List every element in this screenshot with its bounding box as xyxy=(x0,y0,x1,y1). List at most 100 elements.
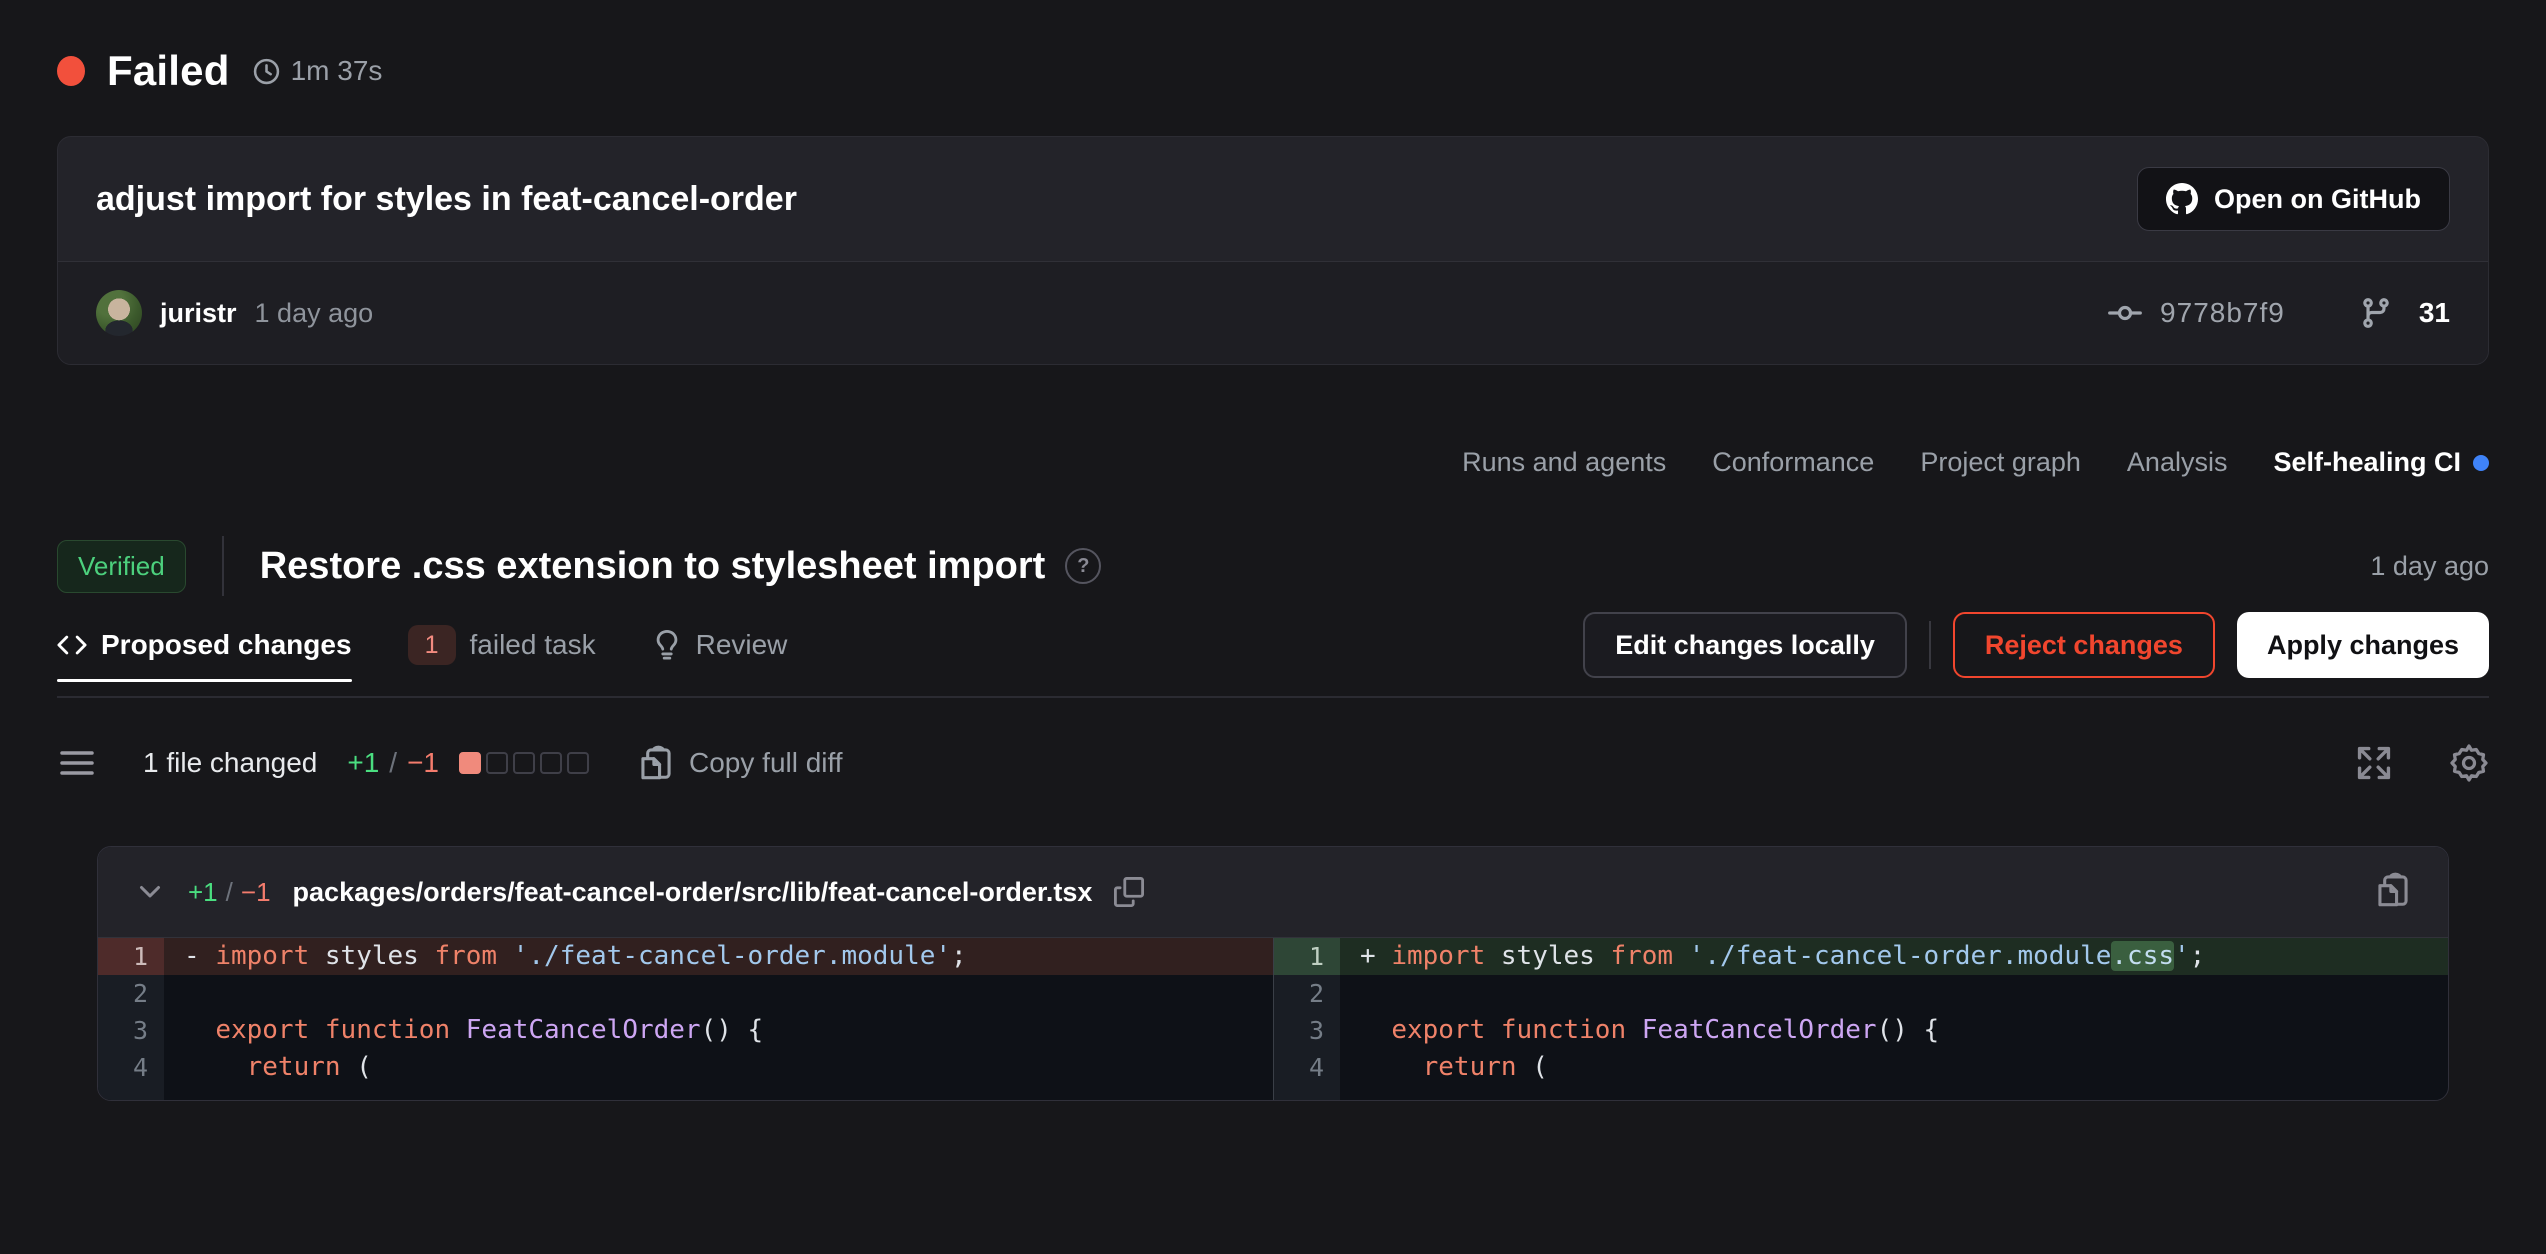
help-icon[interactable]: ? xyxy=(1065,548,1101,584)
slash: / xyxy=(226,877,233,908)
divider xyxy=(222,536,224,596)
duration: 1m 37s xyxy=(252,55,383,87)
diff-pane-left: 1- import styles from './feat-cancel-ord… xyxy=(98,938,1273,1100)
code-content: export function FeatCancelOrder() { xyxy=(1340,1012,2448,1049)
gear-icon xyxy=(2449,743,2489,783)
verified-badge: Verified xyxy=(57,540,186,593)
duration-text: 1m 37s xyxy=(291,55,383,87)
open-on-github-button[interactable]: Open on GitHub xyxy=(2137,167,2450,231)
clipboard-icon xyxy=(637,744,675,782)
author-name: juristr xyxy=(160,298,237,329)
file-header: +1 / −1 packages/orders/feat-cancel-orde… xyxy=(98,847,2448,938)
diff-line: 2 xyxy=(98,975,1273,1012)
active-feature-dot xyxy=(2473,455,2489,471)
additions-count: +1 xyxy=(347,747,379,779)
nav-item-analysis[interactable]: Analysis xyxy=(2127,447,2228,478)
tab-failed-task[interactable]: 1 failed task xyxy=(408,625,596,665)
commit-card-footer: juristr 1 day ago 9778b7f9 31 xyxy=(58,261,2488,364)
github-icon xyxy=(2166,183,2198,215)
diff-line: 4 return ( xyxy=(1274,1049,2448,1086)
diff-card: +1 / −1 packages/orders/feat-cancel-orde… xyxy=(97,846,2449,1101)
diff-line: 3 export function FeatCancelOrder() { xyxy=(1274,1012,2448,1049)
diff-stat-square xyxy=(459,752,481,774)
nav-item-project-graph[interactable]: Project graph xyxy=(1920,447,2081,478)
deletions-count: −1 xyxy=(407,747,439,779)
nav-item-conformance[interactable]: Conformance xyxy=(1712,447,1874,478)
slash: / xyxy=(389,747,397,779)
line-number: 1 xyxy=(1274,938,1340,975)
line-number: 3 xyxy=(98,1012,164,1049)
diff-line: 4 return ( xyxy=(98,1049,1273,1086)
tab-review[interactable]: Review xyxy=(652,629,788,661)
expand-icon xyxy=(2353,742,2395,784)
code-content: return ( xyxy=(164,1049,1273,1086)
code-content: + import styles from './feat-cancel-orde… xyxy=(1340,938,2448,975)
lightbulb-icon xyxy=(652,630,682,660)
copy-full-diff-button[interactable]: Copy full diff xyxy=(631,743,849,783)
tabs-row: Proposed changes 1 failed task Review Ed… xyxy=(57,612,2489,698)
commit-card-main: adjust import for styles in feat-cancel-… xyxy=(58,137,2488,261)
diff-toolbar: 1 file changed +1 / −1 Copy full diff xyxy=(57,742,2489,784)
line-number: 3 xyxy=(1274,1012,1340,1049)
file-path: packages/orders/feat-cancel-order/src/li… xyxy=(293,877,1093,908)
commit-sha: 9778b7f9 xyxy=(2160,297,2285,329)
file-tree-menu-button[interactable] xyxy=(57,743,97,783)
code-content: export function FeatCancelOrder() { xyxy=(164,1012,1273,1049)
code-content: - import styles from './feat-cancel-orde… xyxy=(164,938,1273,975)
file-additions: +1 xyxy=(188,877,218,908)
nav-item-runs-and-agents[interactable]: Runs and agents xyxy=(1462,447,1666,478)
diff-line: 3 export function FeatCancelOrder() { xyxy=(98,1012,1273,1049)
commit-meta: 9778b7f9 31 xyxy=(2108,296,2450,330)
menu-icon xyxy=(57,743,97,783)
code-icon xyxy=(57,630,87,660)
code-content xyxy=(164,975,1273,1012)
diff-stat-squares xyxy=(459,752,589,774)
toolbar-right xyxy=(2353,742,2489,784)
line-number: 2 xyxy=(1274,975,1340,1012)
nav-item-self-healing-ci[interactable]: Self-healing CI xyxy=(2273,447,2489,478)
status-label: Failed xyxy=(107,47,230,95)
diff-filler xyxy=(98,1086,1273,1100)
tab-label: failed task xyxy=(470,629,596,661)
page: Failed 1m 37s adjust import for styles i… xyxy=(0,0,2546,1254)
diff-stat-square xyxy=(540,752,562,774)
diff-line: 1- import styles from './feat-cancel-ord… xyxy=(98,938,1273,975)
copy-path-button[interactable] xyxy=(1114,877,1144,907)
reject-changes-button[interactable]: Reject changes xyxy=(1953,612,2215,678)
tab-proposed-changes[interactable]: Proposed changes xyxy=(57,629,352,661)
expand-button[interactable] xyxy=(2353,742,2395,784)
fix-title: Restore .css extension to stylesheet imp… xyxy=(260,545,1046,588)
tab-label: Review xyxy=(696,629,788,661)
diff-stat-square xyxy=(486,752,508,774)
diff-pane-right: 1+ import styles from './feat-cancel-ord… xyxy=(1273,938,2448,1100)
tabs: Proposed changes 1 failed task Review xyxy=(57,625,787,665)
edit-changes-locally-button[interactable]: Edit changes locally xyxy=(1583,612,1907,678)
failed-count-badge: 1 xyxy=(408,625,456,665)
action-buttons: Edit changes locally Reject changes Appl… xyxy=(1583,612,2489,678)
commit-time-ago: 1 day ago xyxy=(255,298,374,329)
diff-filler xyxy=(1274,1086,2448,1100)
apply-changes-button[interactable]: Apply changes xyxy=(2237,612,2489,678)
settings-button[interactable] xyxy=(2449,743,2489,783)
diff-stat-square xyxy=(513,752,535,774)
file-diff-stats: +1 / −1 xyxy=(188,877,271,908)
commit-icon xyxy=(2108,296,2142,330)
code-content xyxy=(1340,975,2448,1012)
copy-icon xyxy=(1114,877,1144,907)
nav-links: Runs and agents Conformance Project graph A… xyxy=(57,447,2489,478)
copy-file-diff-button[interactable] xyxy=(2374,871,2412,909)
tab-label: Proposed changes xyxy=(101,629,352,661)
diff-stat-square xyxy=(567,752,589,774)
line-number: 4 xyxy=(98,1049,164,1086)
file-deletions: −1 xyxy=(241,877,271,908)
commit-title: adjust import for styles in feat-cancel-… xyxy=(96,180,797,219)
diff-line: 1+ import styles from './feat-cancel-ord… xyxy=(1274,938,2448,975)
files-changed-label: 1 file changed xyxy=(143,747,317,779)
line-number: 4 xyxy=(1274,1049,1340,1086)
clipboard-icon xyxy=(2374,871,2412,909)
branch-count: 31 xyxy=(2419,297,2450,329)
chevron-down-icon[interactable] xyxy=(134,876,166,908)
line-number: 2 xyxy=(98,975,164,1012)
diff-split-view: 1- import styles from './feat-cancel-ord… xyxy=(98,938,2448,1100)
fix-header: Verified Restore .css extension to style… xyxy=(57,536,2489,596)
